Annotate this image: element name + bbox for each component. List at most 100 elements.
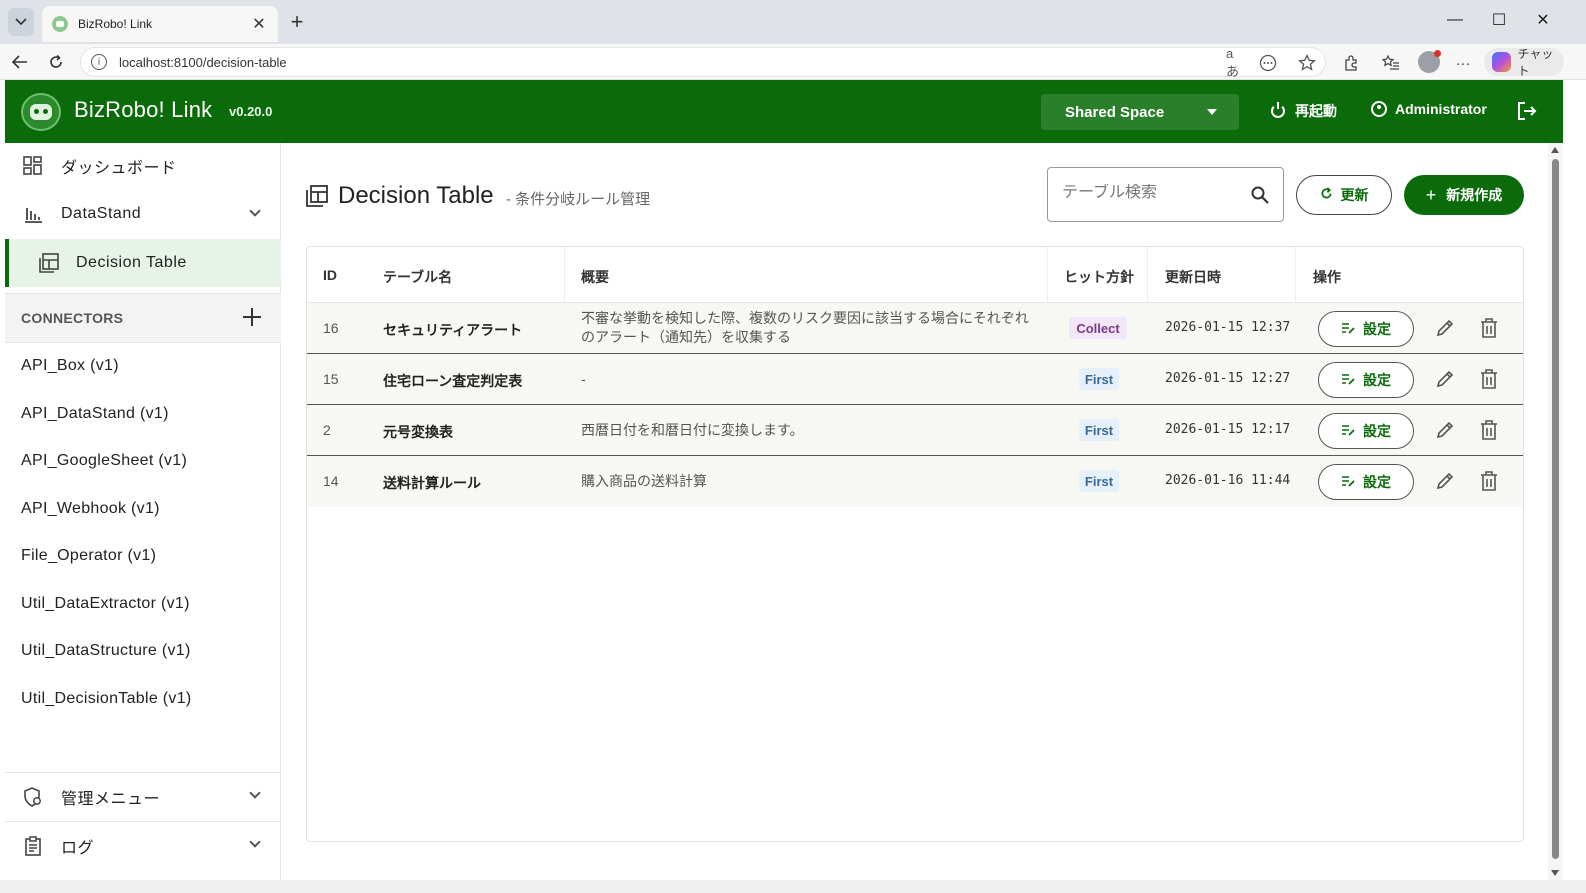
connector-item[interactable]: API_Webhook (v1) bbox=[21, 500, 160, 518]
caret-down-icon bbox=[1207, 109, 1217, 115]
connector-item[interactable]: Util_DataStructure (v1) bbox=[21, 642, 191, 660]
pencil-icon[interactable] bbox=[1435, 369, 1455, 389]
row-name: 送料計算ルール bbox=[383, 475, 481, 491]
configure-button[interactable]: 設定 bbox=[1318, 464, 1414, 500]
row-updated: 2026-01-16 11:44 bbox=[1165, 473, 1291, 488]
space-select-value: Shared Space bbox=[1065, 103, 1165, 121]
column-header-name: テーブル名 bbox=[383, 269, 453, 285]
column-header-id: ID bbox=[323, 267, 337, 283]
window-minimize-button[interactable]: — bbox=[1432, 0, 1478, 40]
connector-item[interactable]: API_GoogleSheet (v1) bbox=[21, 452, 187, 470]
search-icon[interactable] bbox=[1251, 186, 1269, 204]
favorites-list-icon[interactable] bbox=[1380, 52, 1402, 74]
column-divider bbox=[564, 247, 565, 303]
sidebar-item-decision-table[interactable]: Decision Table bbox=[5, 239, 281, 287]
browser-tab-active[interactable]: BizRobo! Link ✕ bbox=[42, 6, 278, 42]
notification-dot-icon bbox=[1434, 50, 1441, 57]
table-row[interactable]: 2 元号変換表 西暦日付を和暦日付に変換します。 First 2026-01-1… bbox=[307, 405, 1523, 456]
sidebar-item-label: ダッシュボード bbox=[61, 160, 177, 177]
connector-item[interactable]: Util_DecisionTable (v1) bbox=[21, 690, 192, 708]
row-updated: 2026-01-15 12:27 bbox=[1165, 371, 1291, 386]
scroll-up-icon[interactable] bbox=[1551, 147, 1559, 153]
arrow-left-icon bbox=[12, 55, 27, 69]
sidebar-item-label: 管理メニュー bbox=[61, 790, 161, 808]
brand-name: BizRobo! Link bbox=[74, 97, 213, 122]
connector-item[interactable]: API_Box (v1) bbox=[21, 357, 119, 375]
user-menu-button[interactable]: Administrator bbox=[1371, 101, 1487, 117]
scrollbar-thumb[interactable] bbox=[1552, 159, 1559, 859]
favorite-star-icon[interactable] bbox=[1297, 54, 1317, 72]
copilot-chat-button[interactable]: チャット bbox=[1484, 47, 1564, 78]
settings-more-icon[interactable]: ··· bbox=[1452, 52, 1474, 74]
page-subtitle: - 条件分岐ルール管理 bbox=[506, 191, 651, 208]
row-desc-line: のアラート（通知先）を収集する bbox=[581, 329, 791, 345]
new-tab-button[interactable]: + bbox=[285, 8, 309, 36]
table-icon bbox=[39, 253, 59, 273]
pencil-icon[interactable] bbox=[1435, 318, 1455, 338]
search-input[interactable] bbox=[1062, 184, 1242, 202]
window-bottom-edge bbox=[0, 880, 1586, 893]
restart-button[interactable]: 再起動 bbox=[1271, 101, 1337, 121]
url-text: localhost:8100/decision-table bbox=[119, 54, 287, 70]
configure-button[interactable]: 設定 bbox=[1318, 413, 1414, 449]
connector-item[interactable]: File_Operator (v1) bbox=[21, 547, 156, 565]
extensions-icon[interactable] bbox=[1340, 52, 1362, 74]
hit-policy-badge: First bbox=[1079, 470, 1119, 492]
tab-close-icon[interactable]: ✕ bbox=[250, 14, 268, 34]
url-field[interactable]: i localhost:8100/decision-table aあ bbox=[80, 46, 1326, 79]
configure-button[interactable]: 設定 bbox=[1318, 311, 1414, 347]
read-aloud-icon[interactable]: aあ bbox=[1226, 46, 1246, 79]
edit-list-icon bbox=[1341, 322, 1355, 337]
column-header-updated: 更新日時 bbox=[1165, 269, 1221, 285]
trash-icon[interactable] bbox=[1479, 317, 1499, 339]
user-label: Administrator bbox=[1395, 101, 1487, 117]
trash-icon[interactable] bbox=[1479, 368, 1499, 390]
scroll-down-icon[interactable] bbox=[1551, 870, 1559, 876]
more-page-options-icon[interactable] bbox=[1258, 54, 1278, 72]
page-title: Decision Table bbox=[338, 182, 494, 209]
pencil-icon[interactable] bbox=[1435, 471, 1455, 491]
column-divider bbox=[1295, 247, 1296, 303]
table-row[interactable]: 15 住宅ローン査定判定表 - First 2026-01-15 12:27 設… bbox=[307, 354, 1523, 405]
connector-item[interactable]: API_DataStand (v1) bbox=[21, 405, 169, 423]
table-search[interactable] bbox=[1047, 167, 1284, 222]
refresh-button[interactable]: 更新 bbox=[1296, 175, 1392, 215]
decision-table-list: ID テーブル名 概要 ヒット方針 更新日時 操作 16 セキュリティアラート … bbox=[306, 246, 1524, 842]
sidebar-item-datastand[interactable]: DataStand bbox=[5, 191, 281, 237]
window-maximize-button[interactable]: ☐ bbox=[1476, 0, 1522, 40]
sidebar-item-dashboard[interactable]: ダッシュボード bbox=[5, 143, 281, 189]
column-divider bbox=[1047, 247, 1048, 303]
dashboard-grid-icon bbox=[23, 156, 43, 176]
sidebar-item-admin-menu[interactable]: 管理メニュー bbox=[5, 772, 281, 820]
site-info-icon[interactable]: i bbox=[91, 54, 107, 70]
sidebar-item-label: DataStand bbox=[61, 205, 142, 222]
trash-icon[interactable] bbox=[1479, 470, 1499, 492]
create-label: 新規作成 bbox=[1446, 187, 1503, 203]
space-select[interactable]: Shared Space bbox=[1041, 94, 1239, 130]
logout-icon[interactable] bbox=[1517, 101, 1537, 121]
browser-address-bar: i localhost:8100/decision-table aあ ··· チ… bbox=[0, 44, 1586, 80]
table-row[interactable]: 14 送料計算ルール 購入商品の送料計算 First 2026-01-16 11… bbox=[307, 456, 1523, 507]
add-connector-icon[interactable] bbox=[241, 306, 263, 328]
trash-icon[interactable] bbox=[1479, 419, 1499, 441]
reload-button[interactable] bbox=[42, 48, 70, 76]
edit-list-icon bbox=[1341, 475, 1355, 490]
create-new-button[interactable]: + 新規作成 bbox=[1404, 175, 1524, 215]
back-button[interactable] bbox=[6, 48, 34, 76]
row-updated: 2026-01-15 12:17 bbox=[1165, 422, 1291, 437]
plus-icon: + bbox=[1425, 184, 1437, 205]
table-row[interactable]: 16 セキュリティアラート 不審な挙動を検知した際、複数のリスク要因に該当する場… bbox=[307, 303, 1523, 354]
row-desc: 不審な挙動を検知した際、複数のリスク要因に該当する場合にそれぞれ のアラート（通… bbox=[581, 309, 1041, 347]
pencil-icon[interactable] bbox=[1435, 420, 1455, 440]
main-content: Decision Table - 条件分岐ルール管理 更新 + 新規作成 ID … bbox=[282, 143, 1548, 880]
refresh-label: 更新 bbox=[1340, 187, 1369, 203]
configure-button[interactable]: 設定 bbox=[1318, 362, 1414, 398]
column-header-hit-policy: ヒット方針 bbox=[1064, 269, 1134, 285]
tab-list-button[interactable] bbox=[8, 8, 34, 36]
connector-item[interactable]: Util_DataExtractor (v1) bbox=[21, 595, 190, 613]
sidebar-item-label: Decision Table bbox=[76, 254, 187, 271]
page-scrollbar[interactable] bbox=[1548, 143, 1563, 880]
sidebar-item-logs[interactable]: ログ bbox=[5, 821, 281, 869]
browser-tab-bar: BizRobo! Link ✕ + — ☐ ✕ bbox=[0, 0, 1586, 44]
window-close-button[interactable]: ✕ bbox=[1520, 0, 1566, 40]
